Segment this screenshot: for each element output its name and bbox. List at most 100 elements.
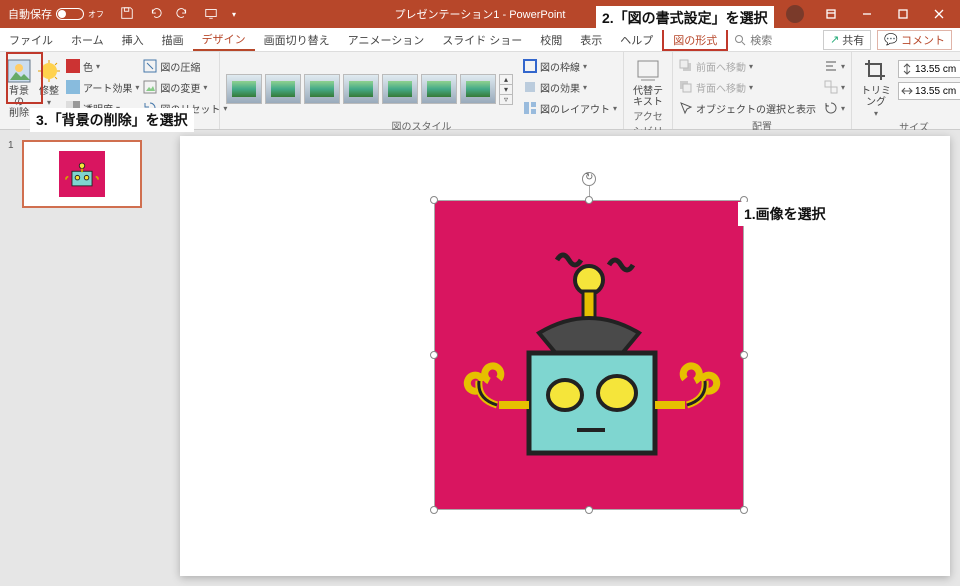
- width-input[interactable]: ▲▼: [898, 82, 960, 100]
- layout-label: 図のレイアウト: [540, 101, 610, 116]
- change-picture-button[interactable]: 図の変更▾: [143, 77, 227, 97]
- autosave-toggle[interactable]: 自動保存 オフ: [8, 6, 104, 22]
- style-thumb[interactable]: [226, 74, 262, 104]
- comment-label: コメント: [901, 32, 945, 48]
- corrections-button[interactable]: 修整 ▾: [36, 54, 62, 108]
- alt-text-button[interactable]: 代替テ キスト: [630, 54, 666, 108]
- save-icon[interactable]: [120, 6, 134, 23]
- close-button[interactable]: [922, 0, 956, 28]
- tab-home[interactable]: ホーム: [62, 28, 113, 51]
- tab-draw[interactable]: 描画: [153, 28, 193, 51]
- ribbon-display-options[interactable]: [814, 0, 848, 28]
- group-icon: [824, 80, 838, 94]
- title-bar: 自動保存 オフ ▾ プレゼンテーション1 - PowerPoint: [0, 0, 960, 28]
- remove-background-button[interactable]: 背景の 削除: [6, 54, 32, 119]
- send-backward-icon: [679, 80, 693, 94]
- redo-icon[interactable]: [176, 6, 190, 23]
- tab-picture-format[interactable]: 図の形式: [662, 28, 728, 51]
- artistic-effects-button[interactable]: アート効果▾: [66, 77, 139, 97]
- tab-view[interactable]: 表示: [571, 28, 611, 51]
- user-avatar[interactable]: [786, 5, 804, 23]
- comment-button[interactable]: 💬コメント: [877, 30, 952, 50]
- bring-forward-button[interactable]: 前面へ移動▾: [679, 56, 816, 76]
- share-icon: ↗: [830, 33, 839, 46]
- rotation-handle[interactable]: [582, 172, 596, 186]
- artistic-icon: [66, 80, 80, 94]
- slide-canvas[interactable]: [180, 136, 950, 576]
- picture-border-button[interactable]: 図の枠線▾: [523, 56, 617, 76]
- undo-icon[interactable]: [148, 6, 162, 23]
- remove-background-icon: [6, 58, 32, 84]
- picture-styles-gallery[interactable]: ▴▾▿: [226, 68, 513, 105]
- height-input[interactable]: ▲▼: [898, 60, 960, 78]
- alt-text-label: 代替テ キスト: [633, 86, 663, 108]
- search-box[interactable]: 検索: [734, 32, 772, 48]
- picture-effects-button[interactable]: 図の効果▾: [523, 77, 617, 97]
- autosave-label: 自動保存: [8, 6, 52, 22]
- effects-icon: [523, 80, 537, 94]
- align-icon: [824, 59, 838, 73]
- resize-handle-w[interactable]: [430, 351, 438, 359]
- selected-image[interactable]: [434, 200, 744, 510]
- group-button[interactable]: ▾: [824, 77, 845, 97]
- minimize-button[interactable]: [850, 0, 884, 28]
- picture-layout-button[interactable]: 図のレイアウト▾: [523, 98, 617, 118]
- slide-number: 1: [8, 140, 14, 151]
- send-back-label: 背面へ移動: [696, 80, 746, 95]
- selection-pane-icon: [679, 101, 693, 115]
- layout-icon: [523, 101, 537, 115]
- bring-fwd-label: 前面へ移動: [696, 59, 746, 74]
- corrections-label: 修整: [39, 86, 59, 97]
- compress-pictures-button[interactable]: 図の圧縮: [143, 56, 227, 76]
- tab-animations[interactable]: アニメーション: [339, 28, 434, 51]
- rotate-button[interactable]: ▾: [824, 98, 845, 118]
- send-backward-button[interactable]: 背面へ移動▾: [679, 77, 816, 97]
- width-icon: [901, 85, 913, 97]
- gallery-more-button[interactable]: ▴▾▿: [499, 74, 513, 105]
- color-label: 色: [83, 59, 93, 74]
- tab-design[interactable]: デザイン: [193, 28, 255, 51]
- tab-transitions[interactable]: 画面切り替え: [255, 28, 339, 51]
- change-label: 図の変更: [160, 80, 200, 95]
- tab-review[interactable]: 校閲: [531, 28, 571, 51]
- style-thumb[interactable]: [421, 74, 457, 104]
- slide-edit-area[interactable]: 1.画像を選択: [160, 130, 960, 586]
- crop-button[interactable]: トリミング ▾: [858, 54, 894, 119]
- corrections-icon: [36, 58, 62, 84]
- tab-slideshow[interactable]: スライド ショー: [433, 28, 531, 51]
- style-thumb[interactable]: [265, 74, 301, 104]
- style-thumb[interactable]: [382, 74, 418, 104]
- thumbnail-image: [59, 151, 105, 197]
- quick-access-toolbar: ▾: [120, 6, 236, 23]
- share-label: 共有: [842, 32, 864, 48]
- tab-file[interactable]: ファイル: [0, 28, 62, 51]
- tab-insert[interactable]: 挿入: [113, 28, 153, 51]
- resize-handle-e[interactable]: [740, 351, 748, 359]
- change-icon: [143, 80, 157, 94]
- tab-help[interactable]: ヘルプ: [611, 28, 662, 51]
- style-thumb[interactable]: [343, 74, 379, 104]
- crop-icon: [863, 58, 889, 84]
- maximize-button[interactable]: [886, 0, 920, 28]
- resize-handle-n[interactable]: [585, 196, 593, 204]
- width-field[interactable]: [915, 86, 957, 97]
- color-button[interactable]: 色▾: [66, 56, 139, 76]
- bring-forward-icon: [679, 59, 693, 73]
- selection-pane-button[interactable]: オブジェクトの選択と表示: [679, 98, 816, 118]
- resize-handle-sw[interactable]: [430, 506, 438, 514]
- style-thumb[interactable]: [304, 74, 340, 104]
- remove-bg-label: 背景の 削除: [6, 86, 32, 119]
- resize-handle-se[interactable]: [740, 506, 748, 514]
- align-button[interactable]: ▾: [824, 56, 845, 76]
- selection-pane-label: オブジェクトの選択と表示: [696, 101, 816, 116]
- resize-handle-s[interactable]: [585, 506, 593, 514]
- share-button[interactable]: ↗共有: [823, 30, 871, 50]
- start-from-beginning-icon[interactable]: [204, 6, 218, 23]
- resize-handle-nw[interactable]: [430, 196, 438, 204]
- slide-thumbnails-pane[interactable]: 1: [0, 130, 160, 586]
- qat-more-icon[interactable]: ▾: [232, 10, 236, 19]
- slide-thumbnail-1[interactable]: [22, 140, 142, 208]
- style-thumb[interactable]: [460, 74, 496, 104]
- height-field[interactable]: [915, 64, 957, 75]
- height-icon: [901, 63, 913, 75]
